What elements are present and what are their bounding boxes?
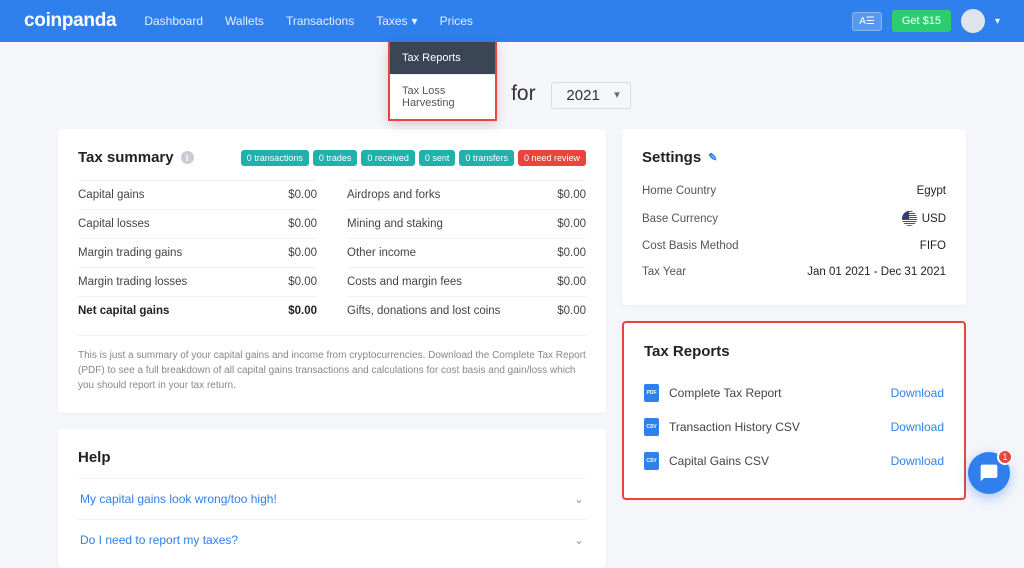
flag-icon	[902, 211, 917, 226]
nav-left: coinpanda Dashboard Wallets Transactions…	[24, 10, 473, 32]
info-icon[interactable]: i	[181, 151, 194, 164]
summary-row: Margin trading losses$0.00	[78, 267, 317, 296]
download-link[interactable]: Download	[891, 454, 944, 468]
badge-need-review[interactable]: 0 need review	[518, 150, 586, 166]
year-select[interactable]: 2021	[551, 82, 630, 109]
nav-transactions[interactable]: Transactions	[286, 14, 354, 28]
help-card: Help My capital gains look wrong/too hig…	[58, 429, 606, 568]
summary-row: Other income$0.00	[347, 238, 586, 267]
settings-row: Home CountryEgypt	[642, 178, 946, 204]
badge-received[interactable]: 0 received	[361, 150, 415, 166]
badge-transactions[interactable]: 0 transactions	[241, 150, 309, 166]
nav-prices[interactable]: Prices	[440, 14, 473, 28]
summary-row: Capital losses$0.00	[78, 209, 317, 238]
dropdown-tax-reports[interactable]: Tax Reports	[390, 42, 495, 74]
badge-sent[interactable]: 0 sent	[419, 150, 456, 166]
settings-row: Tax YearJan 01 2021 - Dec 31 2021	[642, 259, 946, 285]
csv-icon: CSV	[644, 452, 659, 470]
page-title: Tax Reports for 2021	[0, 82, 1024, 109]
summary-row: Costs and margin fees$0.00	[347, 267, 586, 296]
settings-card: Settings ✎ Home CountryEgypt Base Curren…	[622, 129, 966, 305]
tax-reports-card: Tax Reports PDFComplete Tax Report Downl…	[622, 321, 966, 500]
chat-badge: 1	[997, 449, 1013, 465]
summary-row: Gifts, donations and lost coins$0.00	[347, 296, 586, 325]
summary-badges: 0 transactions 0 trades 0 received 0 sen…	[241, 150, 586, 166]
nav-dashboard[interactable]: Dashboard	[144, 14, 203, 28]
summary-row: Margin trading gains$0.00	[78, 238, 317, 267]
summary-row: Airdrops and forks$0.00	[347, 180, 586, 209]
summary-row-net: Net capital gains$0.00	[78, 296, 317, 325]
settings-row: Base CurrencyUSD	[642, 204, 946, 233]
csv-icon: CSV	[644, 418, 659, 436]
chevron-down-icon: ▾	[412, 14, 418, 28]
navbar: coinpanda Dashboard Wallets Transactions…	[0, 0, 1024, 42]
chat-icon	[979, 463, 999, 483]
nav-right: A☰ Get $15 ▾	[852, 9, 1000, 33]
download-link[interactable]: Download	[891, 386, 944, 400]
edit-icon[interactable]: ✎	[708, 151, 717, 164]
summary-row: Capital gains$0.00	[78, 180, 317, 209]
report-row: CSVCapital Gains CSV Download	[644, 444, 944, 478]
translate-button[interactable]: A☰	[852, 12, 882, 31]
report-row: CSVTransaction History CSV Download	[644, 410, 944, 444]
nav-taxes[interactable]: Taxes ▾	[376, 14, 417, 28]
help-item[interactable]: My capital gains look wrong/too high!⌄	[78, 478, 586, 519]
download-link[interactable]: Download	[891, 420, 944, 434]
pdf-icon: PDF	[644, 384, 659, 402]
nav-wallets[interactable]: Wallets	[225, 14, 264, 28]
chat-button[interactable]: 1	[968, 452, 1010, 494]
chevron-down-icon: ⌄	[574, 533, 584, 547]
tax-summary-card: Tax summary i 0 transactions 0 trades 0 …	[58, 129, 606, 413]
help-title: Help	[78, 449, 586, 466]
dropdown-tax-loss-harvesting[interactable]: Tax Loss Harvesting	[390, 74, 495, 119]
avatar[interactable]	[961, 9, 985, 33]
settings-title: Settings ✎	[642, 149, 946, 166]
account-chevron-icon[interactable]: ▾	[995, 16, 1000, 27]
reports-title: Tax Reports	[644, 343, 944, 360]
logo[interactable]: coinpanda	[24, 10, 116, 32]
taxes-dropdown: Tax Reports Tax Loss Harvesting	[388, 42, 497, 121]
report-row: PDFComplete Tax Report Download	[644, 376, 944, 410]
settings-row: Cost Basis MethodFIFO	[642, 233, 946, 259]
badge-transfers[interactable]: 0 transfers	[459, 150, 514, 166]
help-item[interactable]: Do I need to report my taxes?⌄	[78, 519, 586, 560]
nav-links: Dashboard Wallets Transactions Taxes ▾ P…	[144, 14, 473, 28]
summary-row: Mining and staking$0.00	[347, 209, 586, 238]
get-referral-button[interactable]: Get $15	[892, 10, 951, 32]
badge-trades[interactable]: 0 trades	[313, 150, 358, 166]
summary-note: This is just a summary of your capital g…	[78, 335, 586, 393]
chevron-down-icon: ⌄	[574, 492, 584, 506]
tax-summary-title: Tax summary i	[78, 149, 194, 166]
